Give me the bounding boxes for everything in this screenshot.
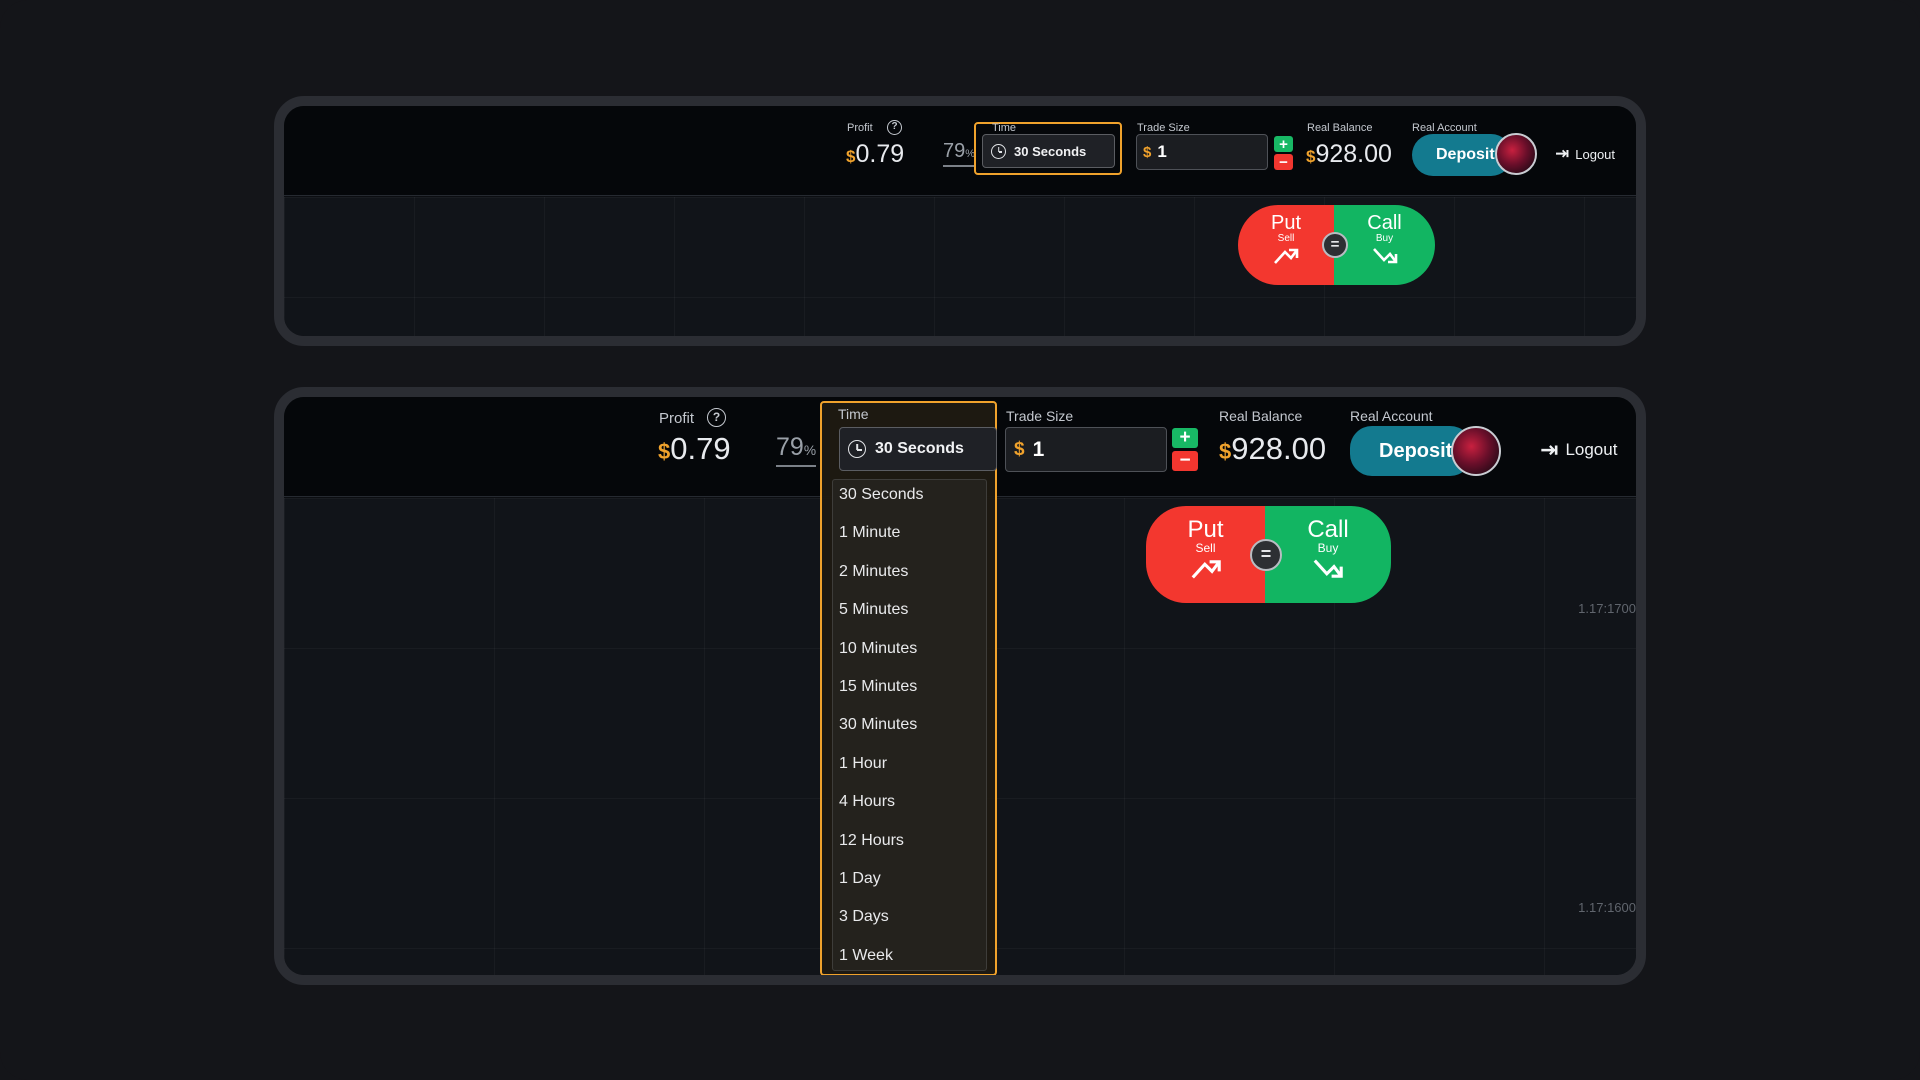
time-option[interactable]: 15 Minutes: [839, 678, 917, 696]
balance-amount: $928.00: [1306, 140, 1392, 169]
time-option[interactable]: 5 Minutes: [839, 601, 908, 619]
decrease-trade-button[interactable]: −: [1172, 450, 1198, 471]
arrow-down-right-icon: [1274, 248, 1299, 264]
minus-icon: −: [1179, 450, 1191, 471]
balance-value: 928.00: [1315, 140, 1392, 168]
time-option[interactable]: 2 Minutes: [839, 563, 908, 581]
profit-label: Profit: [847, 122, 873, 134]
arrow-down-right-icon: [1191, 560, 1221, 579]
time-options-list[interactable]: 30 Seconds 1 Minute 2 Minutes 5 Minutes 10 M…: [832, 479, 987, 971]
trade-panel-compact: Profit ? $0.79 79% Time 30 Seconds Trade…: [274, 96, 1646, 346]
trade-panel-expanded: Profit ? $0.79 79% Time 30 Seconds Trade…: [274, 387, 1646, 985]
balance-label: Real Balance: [1219, 408, 1303, 424]
call-label: Call: [1307, 516, 1349, 543]
trade-size-input[interactable]: $ 1: [1136, 134, 1268, 170]
profit-currency: $: [658, 439, 671, 464]
put-sub-label: Sell: [1277, 233, 1295, 244]
minus-icon: −: [1279, 153, 1288, 171]
help-icon[interactable]: ?: [887, 120, 902, 135]
put-label: Put: [1187, 516, 1224, 543]
plus-icon: +: [1179, 427, 1191, 448]
help-icon[interactable]: ?: [707, 408, 726, 427]
time-selector[interactable]: 30 Seconds: [982, 134, 1115, 168]
arrow-up-right-icon: [1372, 248, 1397, 264]
time-value: 30 Seconds: [875, 440, 964, 457]
equal-icon[interactable]: =: [1322, 232, 1348, 258]
time-selector[interactable]: 30 Seconds: [839, 427, 997, 471]
time-label: Time: [838, 406, 869, 422]
increase-trade-button[interactable]: +: [1172, 427, 1198, 448]
plus-icon: +: [1279, 135, 1288, 153]
put-button[interactable]: Put Sell: [1238, 205, 1334, 285]
arrow-up-right-icon: [1313, 559, 1343, 578]
profit-value: 0.79: [855, 140, 905, 168]
logout-icon: ⇥: [1555, 144, 1570, 163]
profit-label: Profit: [659, 410, 695, 427]
time-option[interactable]: 1 Minute: [839, 524, 900, 542]
trade-currency: $: [1143, 143, 1152, 161]
account-label: Real Account: [1350, 408, 1433, 424]
trade-value: 1: [1032, 437, 1045, 461]
time-option[interactable]: 1 Day: [839, 870, 881, 888]
put-sub-label: Sell: [1195, 541, 1216, 555]
percent-sign: %: [803, 443, 817, 458]
avatar[interactable]: [1495, 133, 1537, 175]
time-label: Time: [992, 122, 1017, 134]
trade-value: 1: [1157, 142, 1167, 161]
logout-label: Logout: [1565, 440, 1618, 459]
avatar[interactable]: [1451, 426, 1501, 476]
logout-button[interactable]: ⇥ Logout: [1540, 437, 1617, 463]
profit-amount: $0.79: [658, 431, 731, 467]
put-label: Put: [1270, 212, 1302, 234]
profit-percent[interactable]: 79%: [776, 433, 817, 467]
balance-value: 928.00: [1231, 431, 1327, 466]
equal-icon[interactable]: =: [1250, 539, 1282, 571]
time-option[interactable]: 3 Days: [839, 908, 889, 926]
call-sub-label: Buy: [1375, 233, 1394, 244]
trade-size-input[interactable]: $ 1: [1005, 427, 1167, 472]
profit-value: 0.79: [670, 431, 731, 466]
profit-percent-value: 79: [943, 140, 966, 162]
call-label: Call: [1367, 212, 1402, 234]
profit-percent[interactable]: 79%: [943, 140, 976, 167]
deposit-label: Deposit: [1436, 146, 1495, 163]
put-button[interactable]: Put Sell: [1146, 506, 1265, 603]
clock-icon: [991, 143, 1006, 159]
time-option[interactable]: 10 Minutes: [839, 640, 917, 658]
trade-size-label: Trade Size: [1006, 408, 1074, 424]
balance-currency: $: [1219, 439, 1232, 464]
logout-label: Logout: [1575, 146, 1616, 162]
clock-icon: [848, 440, 866, 458]
price-tick: 1.17:1700: [1578, 601, 1636, 616]
balance-label: Real Balance: [1307, 122, 1373, 134]
trade-toolbar: Profit ? $0.79 79% Time 30 Seconds Trade…: [284, 106, 1636, 196]
decrease-trade-button[interactable]: −: [1274, 153, 1293, 171]
price-tick: 1.17:1600: [1578, 900, 1636, 915]
increase-trade-button[interactable]: +: [1274, 135, 1293, 153]
logout-icon: ⇥: [1540, 437, 1559, 462]
account-label: Real Account: [1412, 122, 1477, 134]
time-dropdown: 30 Seconds 1 Minute 2 Minutes 5 Minutes 10 M…: [820, 401, 997, 975]
logout-button[interactable]: ⇥ Logout: [1555, 144, 1615, 164]
deposit-label: Deposit: [1379, 439, 1453, 462]
time-option[interactable]: 1 Week: [839, 947, 893, 965]
call-button[interactable]: Call Buy: [1265, 506, 1391, 603]
trade-currency: $: [1014, 438, 1025, 460]
call-sub-label: Buy: [1317, 541, 1339, 555]
put-call-buttons: Put Sell Call Buy =: [1238, 205, 1435, 285]
profit-percent-value: 79: [776, 433, 804, 461]
time-option[interactable]: 30 Minutes: [839, 716, 917, 734]
time-option[interactable]: 1 Hour: [839, 755, 887, 773]
time-option[interactable]: 30 Seconds: [839, 486, 924, 504]
time-option[interactable]: 12 Hours: [839, 832, 904, 850]
time-option[interactable]: 4 Hours: [839, 793, 895, 811]
balance-amount: $928.00: [1219, 431, 1326, 467]
call-button[interactable]: Call Buy: [1334, 205, 1435, 285]
put-call-buttons: Put Sell Call Buy =: [1146, 506, 1391, 603]
time-value: 30 Seconds: [1014, 143, 1087, 159]
trade-size-label: Trade Size: [1137, 122, 1190, 134]
profit-amount: $0.79: [846, 140, 904, 169]
